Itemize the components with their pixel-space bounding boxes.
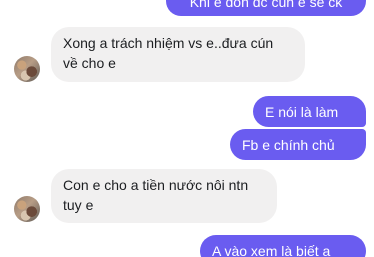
sender-avatar[interactable] xyxy=(14,56,40,82)
chat-thread: Khi e đón đc cún e sẽ ck Xong a trách nh… xyxy=(0,0,374,257)
message-text-line: về cho e xyxy=(63,55,116,71)
sender-avatar[interactable] xyxy=(14,196,40,222)
message-text: E nói là làm xyxy=(265,104,339,120)
message-text-line: Xong a trách nhiệm vs e..đưa cún xyxy=(63,35,274,51)
message-text: Fb e chính chủ xyxy=(242,137,335,153)
message-bubble-outgoing[interactable]: A vào xem là biết a xyxy=(200,235,366,257)
message-bubble-incoming[interactable]: Xong a trách nhiệm vs e..đưa cún về cho … xyxy=(51,27,305,82)
message-text-line: Con e cho a tiền nước nôi ntn xyxy=(63,177,249,193)
message-bubble-outgoing[interactable]: Khi e đón đc cún e sẽ ck xyxy=(166,0,366,16)
message-bubble-incoming[interactable]: Con e cho a tiền nước nôi ntn tuy e xyxy=(51,169,277,223)
message-text: A vào xem là biết a xyxy=(212,243,331,257)
message-text: Khi e đón đc cún e sẽ ck xyxy=(189,0,343,10)
message-text-line: tuy e xyxy=(63,197,94,213)
message-bubble-outgoing[interactable]: E nói là làm xyxy=(253,96,366,127)
message-bubble-outgoing[interactable]: Fb e chính chủ xyxy=(230,129,366,160)
